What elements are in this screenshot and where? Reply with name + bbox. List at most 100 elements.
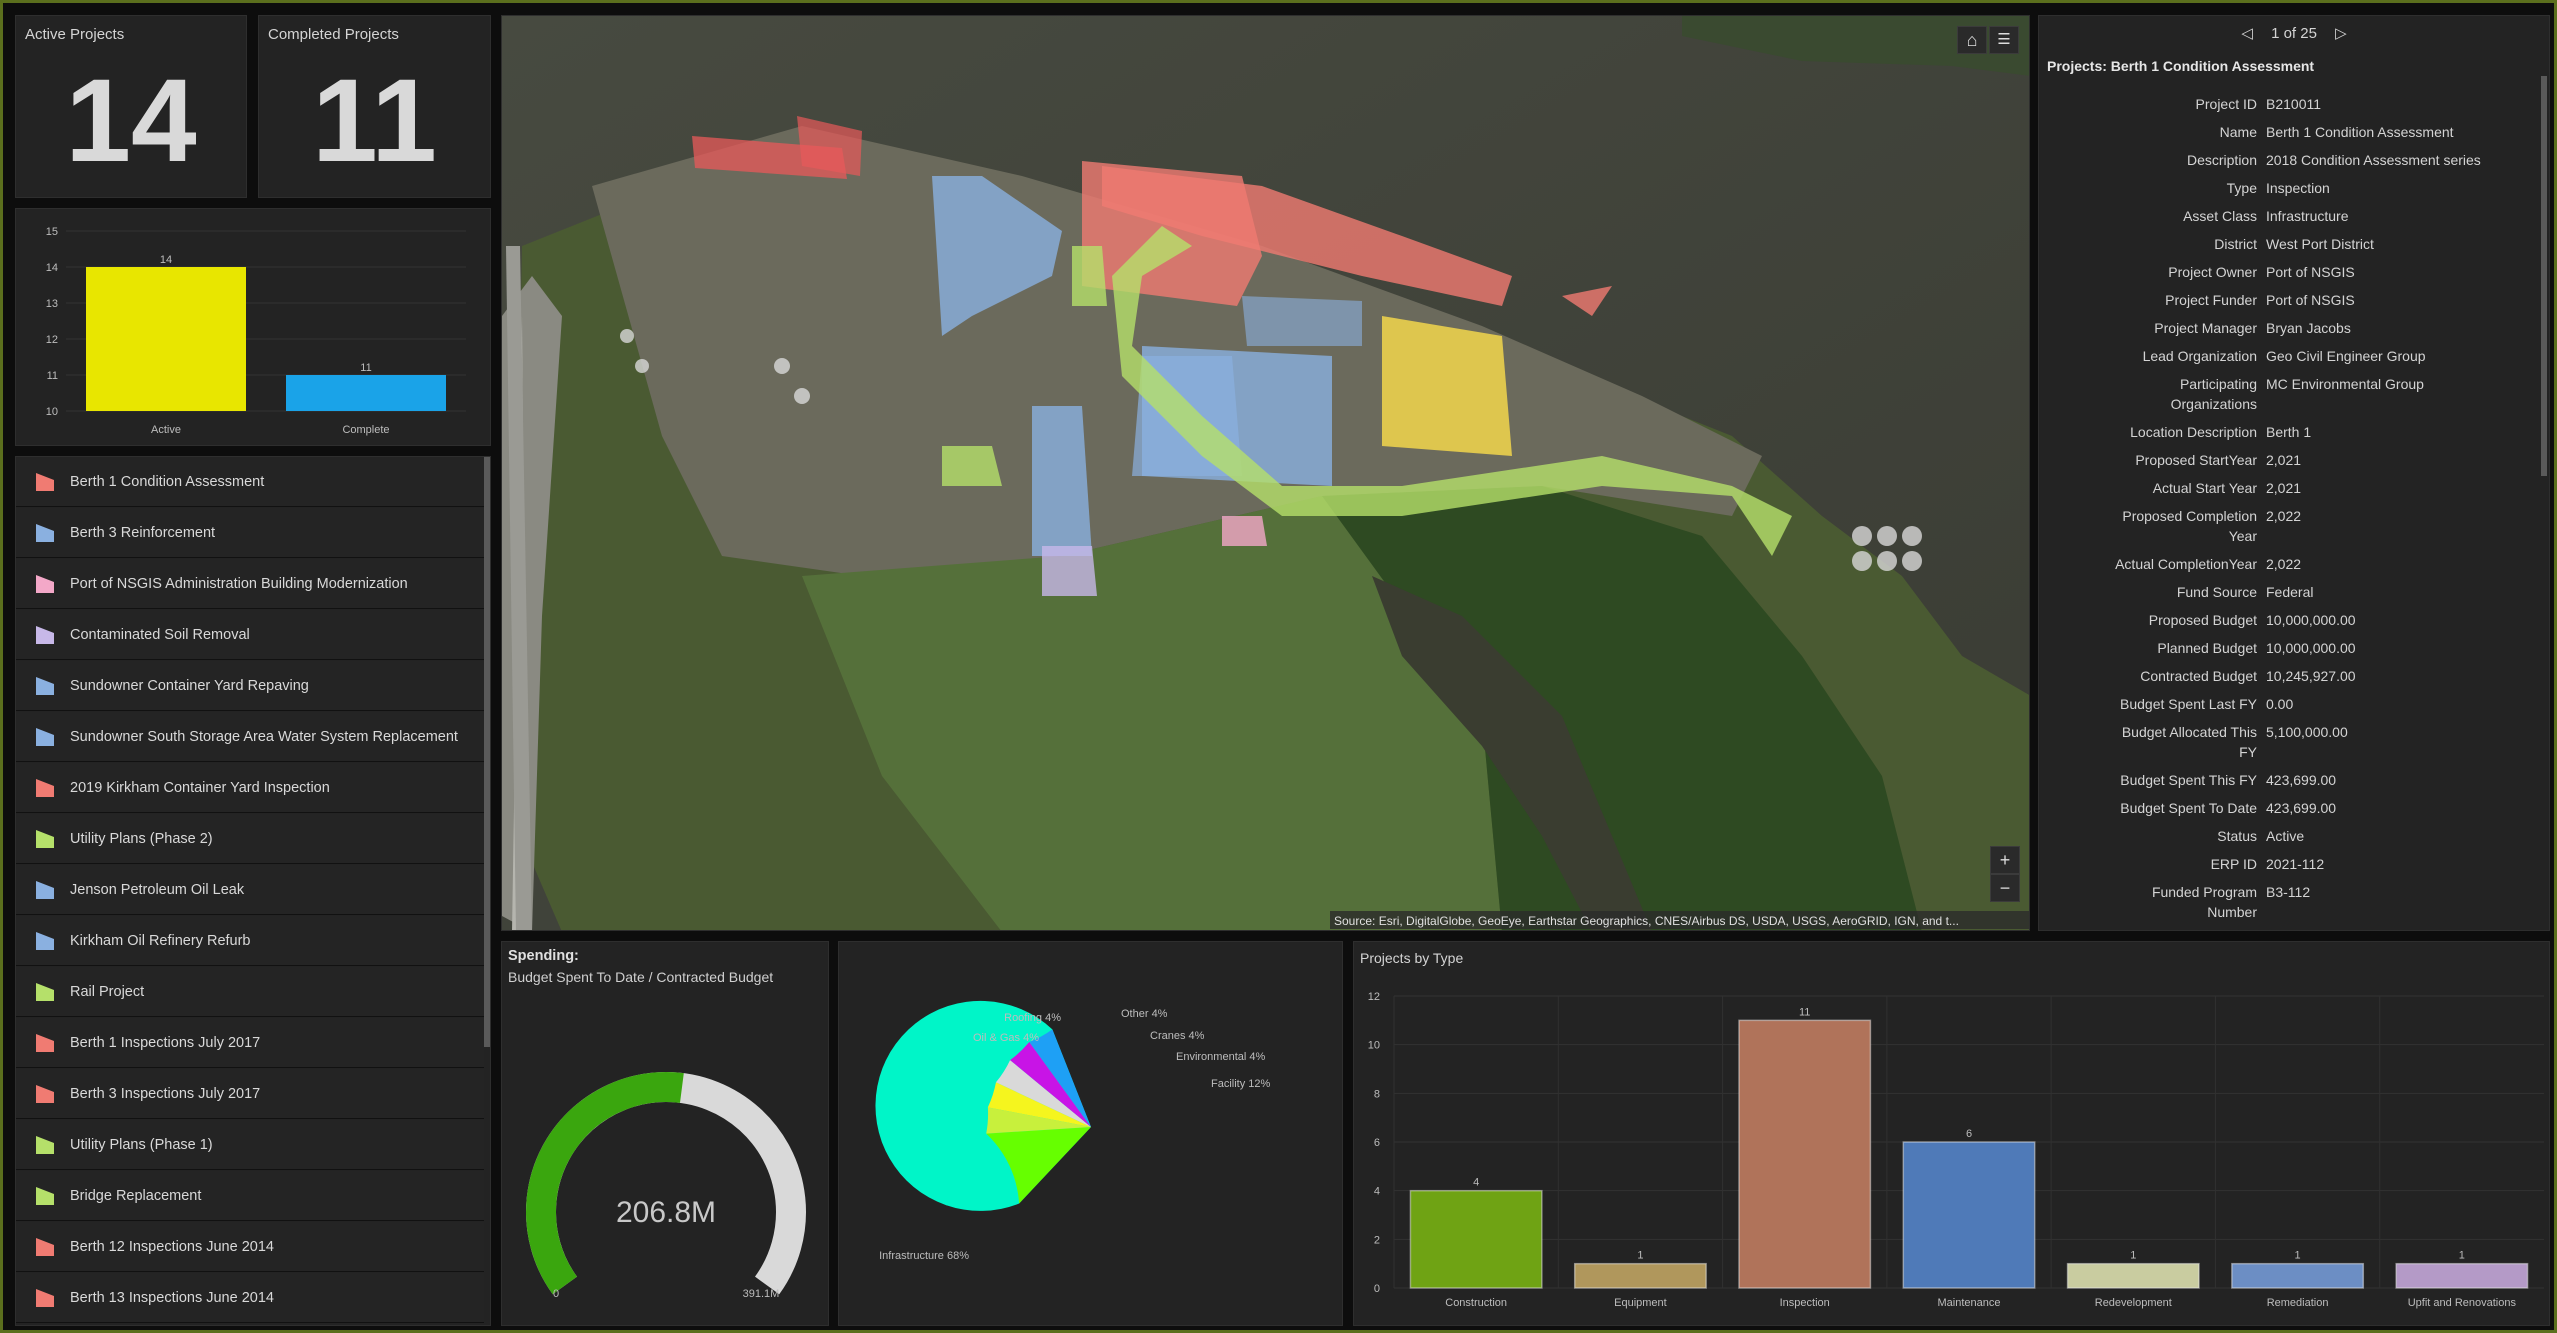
- attribute-key: Type: [2226, 180, 2257, 196]
- list-item[interactable]: Berth 13 Inspections June 2014: [16, 1273, 484, 1323]
- list-item-label: Berth 1 Condition Assessment: [70, 473, 265, 490]
- chart-title: Projects by Type: [1360, 950, 1464, 966]
- list-item[interactable]: Port of NSGIS Administration Building Mo…: [16, 559, 484, 609]
- attribute-key: Description: [2186, 152, 2257, 168]
- attribute-key: Project ID: [2195, 96, 2257, 112]
- list-item-label: 2019 Kirkham Container Yard Inspection: [70, 779, 330, 796]
- attribute-key: Funded Program Number: [2151, 884, 2257, 920]
- attribute-value: Active: [2266, 828, 2305, 844]
- bar: [2066, 1262, 2200, 1289]
- attribute-key: Lead Organization: [2142, 348, 2257, 364]
- x-tick-label: Maintenance: [1938, 1297, 2001, 1309]
- attribute-value: 0.00: [2266, 696, 2294, 712]
- list-item-label: Utility Plans (Phase 1): [70, 1136, 213, 1153]
- map-view[interactable]: Source: Esri, DigitalGlobe, GeoEye, Eart…: [501, 15, 2030, 931]
- y-tick-label: 12: [46, 334, 58, 346]
- list-item[interactable]: Berth 3 Inspections July 2017: [16, 1069, 484, 1119]
- home-button[interactable]: ⌂: [1957, 26, 1987, 54]
- project-symbol-icon: [36, 778, 54, 797]
- previous-feature-button[interactable]: ◁: [2241, 25, 2253, 42]
- x-tick-label: Active: [151, 424, 181, 436]
- data-label: 11: [1799, 1006, 1810, 1018]
- project-symbol-icon: [36, 625, 54, 644]
- attribute-key: Project Manager: [2154, 320, 2257, 336]
- pager-label: 1 of 25: [2271, 25, 2317, 42]
- attribute-value: Berth 1 Condition Assessment: [2266, 124, 2454, 140]
- bar: [286, 375, 446, 411]
- attribute-value: Berth 1: [2266, 424, 2312, 440]
- attribute-value: 10,000,000.00: [2266, 612, 2356, 628]
- list-item-label: Kirkham Oil Refinery Refurb: [70, 932, 251, 949]
- y-tick-label: 12: [1368, 991, 1380, 1003]
- list-item[interactable]: Sundowner Container Yard Repaving: [16, 661, 484, 711]
- attribute-value: 2,021: [2266, 480, 2302, 496]
- list-item-label: Contaminated Soil Removal: [70, 626, 250, 643]
- attribute-value: B3-112: [2266, 884, 2311, 900]
- y-tick-label: 4: [1374, 1186, 1380, 1198]
- project-symbol-icon: [36, 574, 54, 593]
- attribute-key: Planned Budget: [2157, 640, 2257, 656]
- attribute-value: 2018 Condition Assessment series: [2266, 152, 2481, 168]
- data-label: 1: [1637, 1250, 1643, 1262]
- bar: [1738, 1019, 1872, 1289]
- data-label: 14: [160, 254, 172, 266]
- attribute-value: West Port District: [2266, 236, 2374, 252]
- attribute-value: 5,100,000.00: [2266, 724, 2348, 740]
- zoom-out-button[interactable]: −: [1990, 874, 2020, 902]
- data-label: 4: [1473, 1177, 1479, 1189]
- list-item-label: Berth 1 Inspections July 2017: [70, 1034, 261, 1051]
- list-item[interactable]: 2019 Kirkham Container Yard Inspection: [16, 763, 484, 813]
- project-symbol-icon: [36, 982, 54, 1001]
- project-symbol-icon: [36, 1033, 54, 1052]
- x-tick-label: Inspection: [1780, 1297, 1830, 1309]
- list-item-label: Berth 3 Inspections July 2017: [70, 1085, 261, 1102]
- gauge-value: 206.8M: [616, 1196, 716, 1229]
- y-tick-label: 13: [46, 298, 58, 310]
- slice-label: Cranes 4%: [1150, 1030, 1205, 1042]
- attribute-key: Proposed Completion Year: [2122, 508, 2257, 544]
- x-tick-label: Remediation: [2267, 1297, 2329, 1309]
- list-item[interactable]: Sundowner South Storage Area Water Syste…: [16, 712, 484, 762]
- asset-class-pie-chart: Infrastructure 68% Facility 12% Environmen…: [875, 1000, 1271, 1262]
- list-item[interactable]: Contaminated Soil Removal: [16, 610, 484, 660]
- data-label: 6: [1966, 1128, 1972, 1140]
- list-scrollbar[interactable]: [484, 457, 490, 1047]
- list-item-label: Port of NSGIS Administration Building Mo…: [70, 575, 408, 592]
- attribute-key: Name: [2219, 124, 2257, 140]
- bar: [1573, 1262, 1707, 1289]
- list-item[interactable]: Jenson Petroleum Oil Leak: [16, 865, 484, 915]
- attribute-key: District: [2214, 236, 2257, 252]
- aerial-map[interactable]: Source: Esri, DigitalGlobe, GeoEye, Eart…: [502, 16, 2030, 931]
- gauge-max-label: 391.1M: [743, 1288, 780, 1300]
- legend-button[interactable]: ☰: [1989, 26, 2019, 54]
- list-item[interactable]: Utility Plans (Phase 1): [16, 1120, 484, 1170]
- slice-label: Roofing 4%: [1004, 1012, 1061, 1024]
- list-item[interactable]: Kirkham Oil Refinery Refurb: [16, 916, 484, 966]
- details-scrollbar[interactable]: [2541, 76, 2547, 476]
- zoom-in-button[interactable]: +: [1990, 846, 2020, 874]
- list-item[interactable]: Berth 3 Reinforcement: [16, 508, 484, 558]
- attribute-value: 2,022: [2266, 508, 2302, 524]
- bar: [1409, 1189, 1543, 1289]
- slice-label: Infrastructure 68%: [879, 1250, 969, 1262]
- list-item-label: Sundowner Container Yard Repaving: [70, 677, 309, 694]
- y-tick-label: 10: [46, 406, 58, 418]
- next-feature-button[interactable]: ▷: [2335, 25, 2347, 42]
- list-item[interactable]: Bridge Replacement: [16, 1171, 484, 1221]
- attribute-value: 2,021: [2266, 452, 2302, 468]
- project-symbol-icon: [36, 1186, 54, 1205]
- list-item-label: Berth 3 Reinforcement: [70, 524, 216, 541]
- list-item[interactable]: Berth 12 Inspections June 2014: [16, 1222, 484, 1272]
- list-item[interactable]: Rail Project: [16, 967, 484, 1017]
- y-tick-label: 11: [47, 370, 58, 382]
- active-projects-indicator: Active Projects 14: [15, 15, 247, 198]
- list-item[interactable]: Berth 1 Inspections July 2017: [16, 1018, 484, 1068]
- list-item-label: Berth 12 Inspections June 2014: [70, 1238, 274, 1255]
- attribute-key: Asset Class: [2183, 208, 2257, 224]
- x-tick-label: Redevelopment: [2095, 1297, 2172, 1309]
- project-symbol-icon: [36, 829, 54, 848]
- list-item[interactable]: Berth 1 Condition Assessment: [16, 457, 484, 507]
- list-item[interactable]: Utility Plans (Phase 2): [16, 814, 484, 864]
- y-tick-label: 10: [1368, 1040, 1380, 1052]
- list-item-label: Sundowner South Storage Area Water Syste…: [70, 728, 458, 745]
